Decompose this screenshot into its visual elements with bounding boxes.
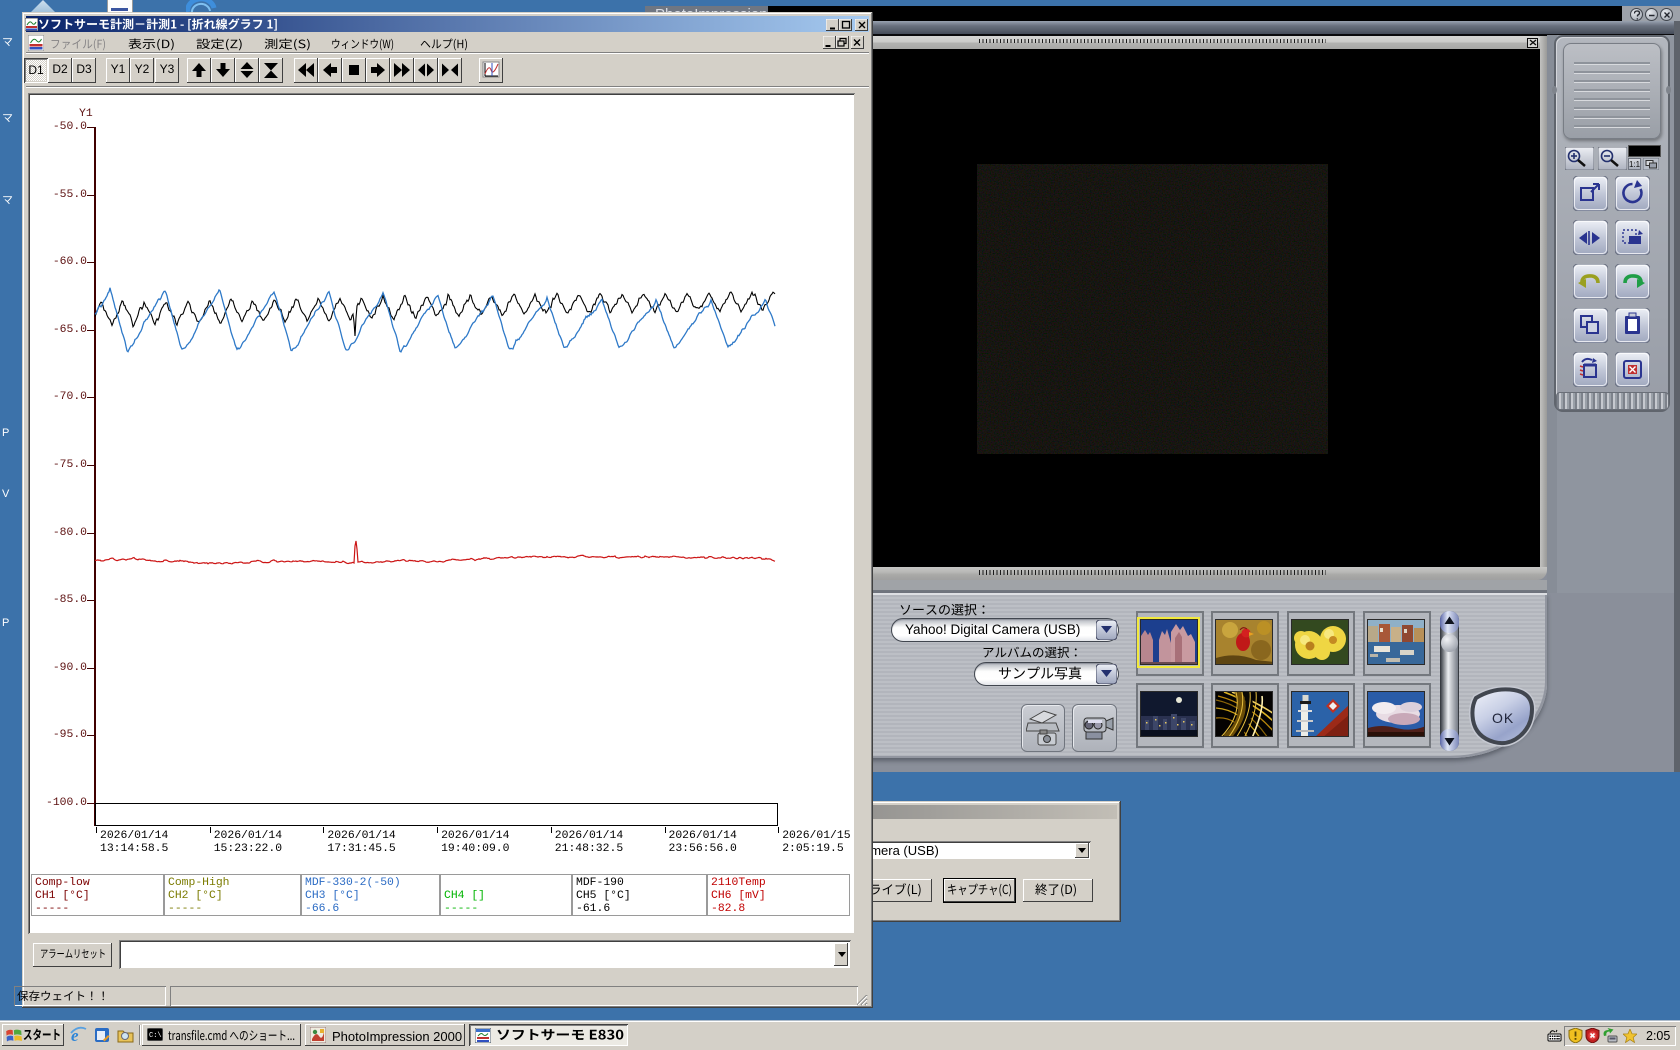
svg-text:OK: OK — [1492, 710, 1514, 726]
svg-text:C:\: C:\ — [149, 1032, 162, 1040]
